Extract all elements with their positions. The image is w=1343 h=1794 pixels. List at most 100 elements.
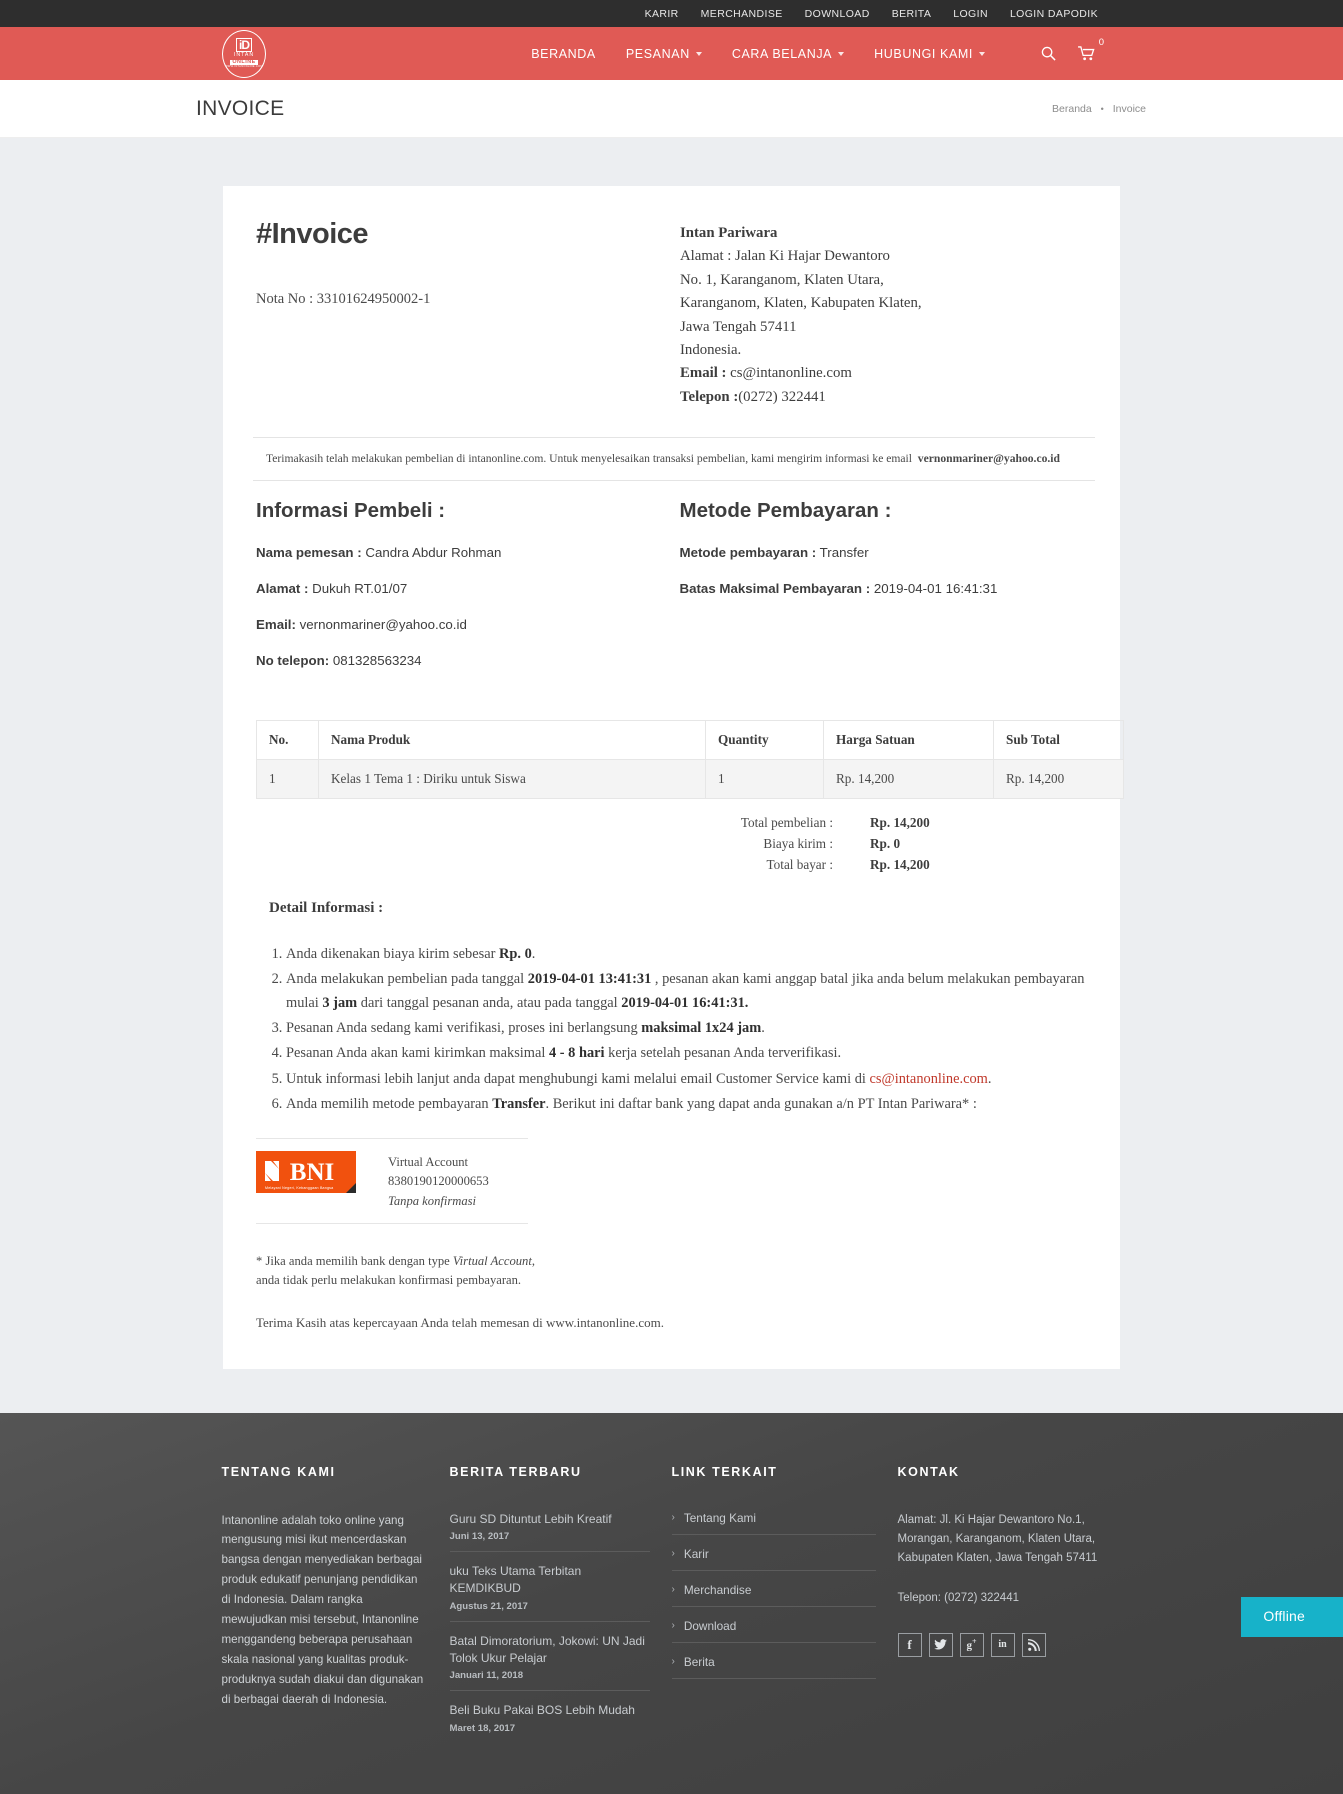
topbar-link-login-dapodik[interactable]: LOGIN DAPODIK	[1010, 8, 1098, 20]
payment-deadline-row: Batas Maksimal Pembayaran : 2019-04-01 1…	[680, 581, 1104, 596]
buyer-name-row: Nama pemesan : Candra Abdur Rohman	[256, 545, 680, 560]
footer-address-line-1: Alamat: Jl. Ki Hajar Dewantoro No.1,	[898, 1511, 1100, 1530]
footer-news-item[interactable]: Batal Dimoratorium, Jokowi: UN Jadi Tolo…	[450, 1633, 650, 1692]
footer-link-tentang-kami[interactable]: ›Tentang Kami	[672, 1511, 876, 1535]
topbar-link-berita[interactable]: BERITA	[892, 8, 932, 20]
footer-links-heading: LINK TERKAIT	[672, 1465, 876, 1479]
breadcrumb-home[interactable]: Beranda	[1052, 103, 1092, 115]
bni-logo-corner-fold	[345, 1183, 356, 1193]
buyer-phone-label: No telepon:	[256, 653, 329, 668]
footer-news-title: Batal Dimoratorium, Jokowi: UN Jadi Tolo…	[450, 1633, 650, 1668]
detail-2-text-a: Anda melakukan pembelian pada tanggal	[286, 971, 528, 987]
breadcrumb-separator: •	[1101, 104, 1104, 114]
info-columns: Informasi Pembeli : Nama pemesan : Candr…	[240, 481, 1103, 689]
nav-item-hubungi-kami[interactable]: HUBUNGI KAMI	[874, 47, 985, 61]
bank-account-type: Virtual Account	[388, 1153, 489, 1172]
cart-icon[interactable]: 0	[1078, 46, 1095, 61]
thanks-email: vernonmariner@yahoo.co.id	[918, 452, 1060, 465]
chevron-down-icon	[979, 52, 985, 56]
total-label-pembelian: Total pembelian :	[688, 815, 833, 831]
detail-1-text-a: Anda dikenakan biaya kirim sebesar	[286, 946, 499, 962]
footer-news-item[interactable]: uku Teks Utama Terbitan KEMDIKBUD Agustu…	[450, 1563, 650, 1622]
buyer-address-value: Dukuh RT.01/07	[308, 581, 407, 596]
topbar-link-download[interactable]: DOWNLOAD	[805, 8, 870, 20]
footer-about-text: Intanonline adalah toko online yang meng…	[222, 1511, 428, 1710]
company-address-line-3: Karanganom, Klaten, Kabupaten Klaten,	[680, 292, 922, 315]
topbar-link-karir[interactable]: KARIR	[645, 8, 679, 20]
buyer-email-value: vernonmariner@yahoo.co.id	[296, 617, 467, 632]
nav-item-pesanan[interactable]: PESANAN	[626, 47, 702, 61]
linkedin-icon[interactable]: in	[991, 1633, 1015, 1657]
company-block: Intan Pariwara Alamat : Jalan Ki Hajar D…	[680, 218, 922, 409]
total-label-biaya-kirim: Biaya kirim :	[688, 836, 833, 852]
bank-account-note: Tanpa konfirmasi	[388, 1192, 489, 1211]
cell-no: 1	[257, 760, 319, 799]
column-header-quantity: Quantity	[706, 721, 824, 760]
nav-label-cara-belanja: CARA BELANJA	[732, 47, 832, 61]
total-row-total-bayar: Total bayar : Rp. 14,200	[688, 857, 943, 873]
nav-item-cara-belanja[interactable]: CARA BELANJA	[732, 47, 844, 61]
chevron-down-icon	[696, 52, 702, 56]
footer-link-berita[interactable]: ›Berita	[672, 1655, 876, 1679]
logo-text-url: WWW.INTANONLINE.COM	[225, 66, 263, 69]
google-plus-icon[interactable]: g+	[960, 1633, 984, 1657]
nav-item-beranda[interactable]: BERANDA	[531, 47, 596, 61]
buyer-name-value: Candra Abdur Rohman	[362, 545, 502, 560]
buyer-name-label: Nama pemesan :	[256, 545, 362, 560]
footer-link-label: Berita	[684, 1655, 715, 1669]
footer-link-karir[interactable]: ›Karir	[672, 1547, 876, 1571]
detail-6-method: Transfer	[492, 1096, 545, 1112]
payment-deadline-label: Batas Maksimal Pembayaran :	[680, 581, 871, 596]
twitter-icon[interactable]	[929, 1633, 953, 1657]
payment-method-value: Transfer	[816, 545, 868, 560]
payment-method-label: Metode pembayaran :	[680, 545, 817, 560]
chat-offline-badge[interactable]: Offline	[1241, 1597, 1343, 1637]
breadcrumb-current: Invoice	[1113, 103, 1146, 115]
page-background: #Invoice Nota No : 33101624950002-1 Inta…	[0, 138, 1343, 1413]
footer-contact-heading: KONTAK	[898, 1465, 1100, 1479]
detail-information-heading: Detail Informasi :	[269, 900, 1103, 917]
site-footer: TENTANG KAMI Intanonline adalah toko onl…	[0, 1413, 1343, 1794]
bni-logo-tagline: Melayani Negeri, Kebanggaan Bangsa	[265, 1186, 333, 1190]
cell-subtotal: Rp. 14,200	[994, 760, 1124, 799]
table-header-row: No. Nama Produk Quantity Harga Satuan Su…	[257, 721, 1124, 760]
footer-contact-column: KONTAK Alamat: Jl. Ki Hajar Dewantoro No…	[898, 1465, 1122, 1754]
buyer-address-row: Alamat : Dukuh RT.01/07	[256, 581, 680, 596]
column-header-sub-total: Sub Total	[994, 721, 1124, 760]
footer-link-download[interactable]: ›Download	[672, 1619, 876, 1643]
footer-news-title: uku Teks Utama Terbitan KEMDIKBUD	[450, 1563, 650, 1598]
chevron-right-icon: ›	[672, 1584, 675, 1595]
buyer-address-label: Alamat :	[256, 581, 308, 596]
company-phone-value: (0272) 322441	[738, 389, 826, 405]
column-header-nama-produk: Nama Produk	[319, 721, 706, 760]
payment-method-row: Metode pembayaran : Transfer	[680, 545, 1104, 560]
bni-logo-icon: BNI Melayani Negeri, Kebanggaan Bangsa	[256, 1151, 356, 1193]
footer-news-title: Beli Buku Pakai BOS Lebih Mudah	[450, 1702, 650, 1719]
footer-news-title: Guru SD Dituntut Lebih Kreatif	[450, 1511, 650, 1528]
site-logo[interactable]: iD INTAN ONLINE WWW.INTANONLINE.COM	[218, 29, 270, 79]
customer-service-email-link[interactable]: cs@intanonline.com	[870, 1071, 988, 1087]
total-row-pembelian: Total pembelian : Rp. 14,200	[688, 815, 943, 831]
company-address-line-1: Alamat : Jalan Ki Hajar Dewantoro	[680, 245, 922, 268]
footer-news-item[interactable]: Beli Buku Pakai BOS Lebih Mudah Maret 18…	[450, 1702, 650, 1742]
topbar-link-login[interactable]: LOGIN	[953, 8, 988, 20]
topbar-link-merchandise[interactable]: MERCHANDISE	[701, 8, 783, 20]
totals-block: Total pembelian : Rp. 14,200 Biaya kirim…	[240, 815, 1103, 878]
search-icon[interactable]	[1041, 46, 1056, 61]
company-address-line-2: No. 1, Karanganom, Klaten Utara,	[680, 269, 922, 292]
buyer-info-column: Informasi Pembeli : Nama pemesan : Candr…	[256, 499, 680, 689]
invoice-items-table: No. Nama Produk Quantity Harga Satuan Su…	[256, 720, 1124, 799]
total-row-biaya-kirim: Biaya kirim : Rp. 0	[688, 836, 943, 852]
footer-news-item[interactable]: Guru SD Dituntut Lebih Kreatif Juni 13, …	[450, 1511, 650, 1552]
nav-label-beranda: BERANDA	[531, 47, 596, 61]
cell-harga: Rp. 14,200	[824, 760, 994, 799]
page-title: INVOICE	[196, 97, 284, 121]
rss-icon[interactable]	[1022, 1633, 1046, 1657]
facebook-icon[interactable]: f	[898, 1633, 922, 1657]
company-address-line-5: Indonesia.	[680, 339, 922, 362]
footer-link-merchandise[interactable]: ›Merchandise	[672, 1583, 876, 1607]
detail-1-text-c: .	[532, 946, 536, 962]
detail-5-text-a: Untuk informasi lebih lanjut anda dapat …	[286, 1071, 870, 1087]
social-links: f g+ in	[898, 1633, 1100, 1657]
footer-contact-info: Alamat: Jl. Ki Hajar Dewantoro No.1, Mor…	[898, 1511, 1100, 1609]
